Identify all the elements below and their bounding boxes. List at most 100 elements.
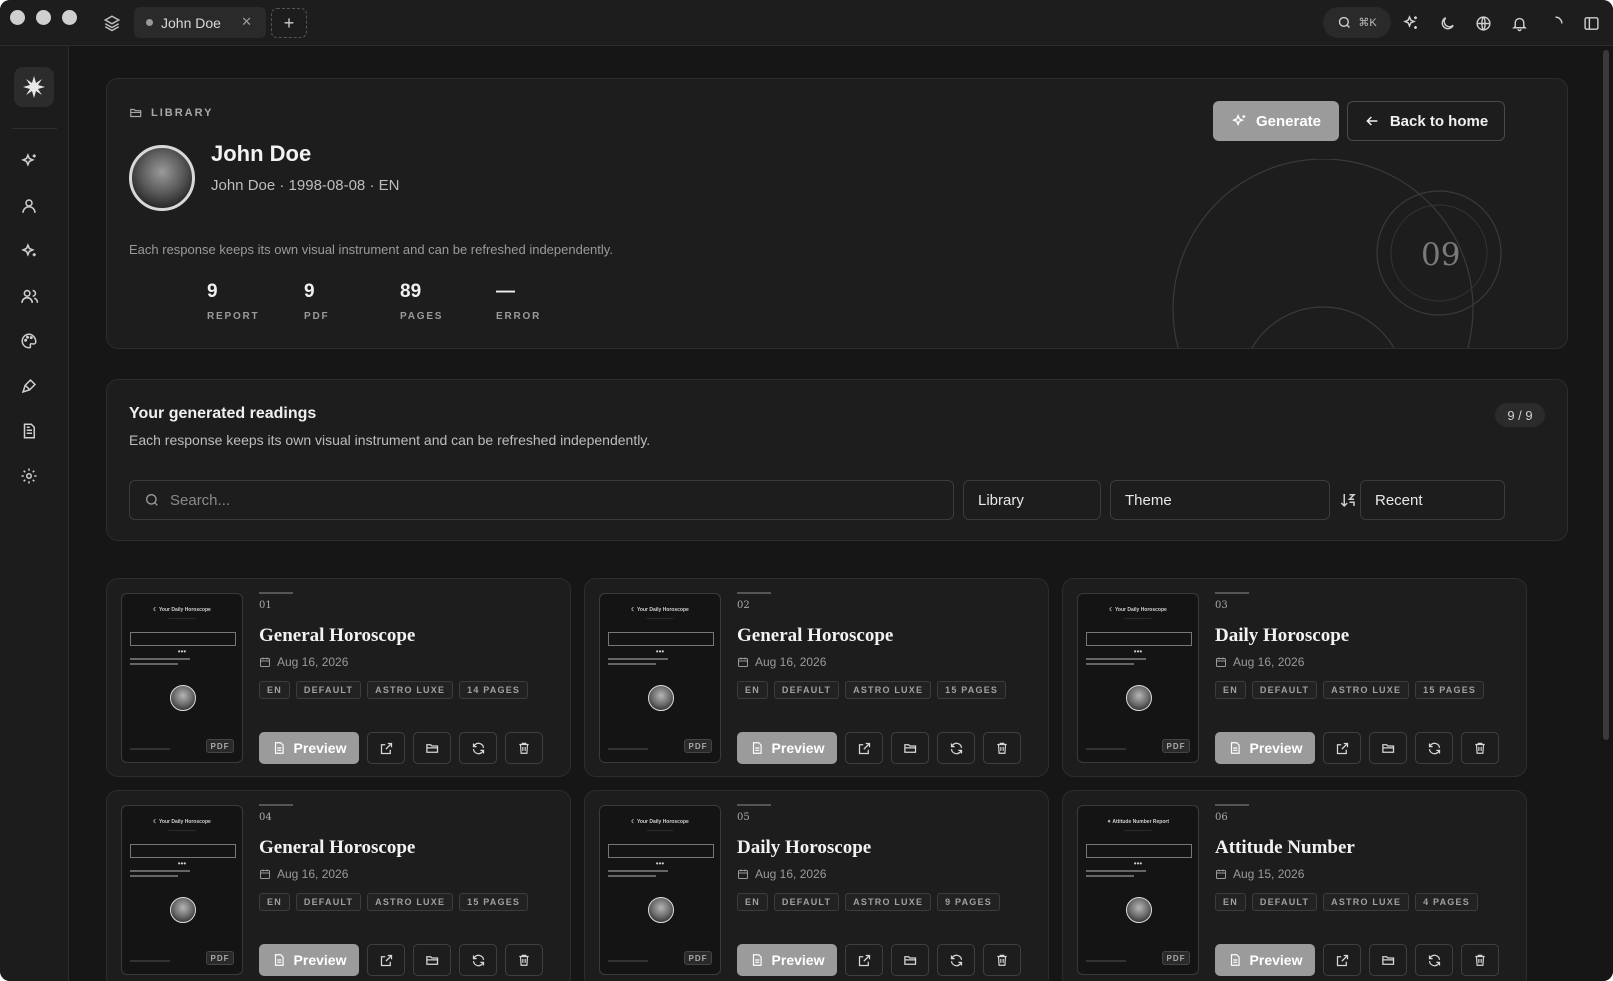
open-folder-button[interactable] — [413, 732, 451, 764]
delete-button[interactable] — [1461, 732, 1499, 764]
external-link-icon — [380, 742, 392, 754]
tab-john-doe[interactable]: John Doe ✕ — [134, 7, 266, 38]
thumbnail-ellipsis: ••• — [177, 859, 187, 868]
delete-button[interactable] — [1461, 944, 1499, 976]
pdf-thumbnail[interactable]: ☾ Your Daily Horoscope ————————— ••• PDF — [1077, 593, 1199, 763]
open-folder-button[interactable] — [891, 944, 929, 976]
preview-button[interactable]: Preview — [259, 944, 359, 976]
back-to-home-button[interactable]: Back to home — [1347, 101, 1505, 141]
open-external-button[interactable] — [845, 944, 883, 976]
decorative-orbit-circles — [1172, 159, 1502, 348]
sidebar-item-generate[interactable] — [18, 150, 40, 172]
thumbnail-avatar — [648, 685, 674, 711]
refresh-button[interactable] — [1415, 944, 1453, 976]
tag-badge: 14 PAGES — [459, 681, 529, 699]
card-title[interactable]: General Horoscope — [259, 625, 415, 647]
card-title[interactable]: Daily Horoscope — [1215, 625, 1349, 647]
preview-button[interactable]: Preview — [1215, 944, 1315, 976]
reading-card: ☾ Your Daily Horoscope ————————— ••• PDF… — [584, 578, 1049, 777]
refresh-button[interactable] — [459, 944, 497, 976]
delete-button[interactable] — [983, 944, 1021, 976]
thumbnail-text-line — [608, 658, 668, 660]
card-title[interactable]: Attitude Number — [1215, 837, 1355, 859]
open-folder-button[interactable] — [891, 732, 929, 764]
new-tab-button[interactable]: + — [271, 8, 307, 38]
delete-button[interactable] — [505, 944, 543, 976]
pdf-thumbnail[interactable]: ☾ Your Daily Horoscope ————————— ••• PDF — [599, 593, 721, 763]
card-title[interactable]: General Horoscope — [259, 837, 415, 859]
refresh-button[interactable] — [937, 944, 975, 976]
document-icon — [752, 954, 762, 966]
theme-filter-select[interactable]: Theme — [1110, 480, 1330, 520]
pdf-thumbnail[interactable]: ☾ Your Daily Horoscope ————————— ••• PDF — [599, 805, 721, 975]
command-search-button[interactable]: ⌘K — [1323, 7, 1391, 38]
main-content: LIBRARY John Doe John Doe · 1998-08-08 ·… — [69, 46, 1613, 981]
app-logo[interactable] — [14, 67, 54, 107]
sidebar-toggle-icon[interactable] — [1580, 12, 1602, 34]
open-external-button[interactable] — [367, 944, 405, 976]
generate-button[interactable]: Generate — [1213, 101, 1339, 141]
delete-button[interactable] — [983, 732, 1021, 764]
sidebar-item-documents[interactable] — [18, 420, 40, 442]
thumbnail-avatar — [170, 897, 196, 923]
sidebar-item-people[interactable] — [18, 285, 40, 307]
document-icon — [274, 954, 284, 966]
tab-close-icon[interactable]: ✕ — [241, 14, 252, 30]
card-tags: EN DEFAULT ASTRO LUXE 15 PAGES — [737, 681, 1007, 699]
search-input[interactable] — [170, 491, 870, 509]
open-external-button[interactable] — [1323, 732, 1361, 764]
open-external-button[interactable] — [845, 732, 883, 764]
window-minimize-button[interactable] — [36, 10, 51, 25]
layers-icon[interactable] — [101, 12, 123, 34]
stat-report: 9 REPORT — [207, 281, 259, 322]
sort-select[interactable]: Recent — [1360, 480, 1505, 520]
refresh-button[interactable] — [1415, 732, 1453, 764]
open-external-button[interactable] — [1323, 944, 1361, 976]
library-filter-select[interactable]: Library — [963, 480, 1101, 520]
sidebar-item-settings[interactable] — [18, 465, 40, 487]
preview-button[interactable]: Preview — [1215, 732, 1315, 764]
stat-label: PDF — [304, 311, 330, 322]
open-folder-button[interactable] — [413, 944, 451, 976]
open-external-button[interactable] — [367, 732, 405, 764]
readings-title: Your generated readings — [129, 405, 317, 422]
thumbnail-text-line — [1086, 875, 1134, 877]
card-title[interactable]: General Horoscope — [737, 625, 893, 647]
window-zoom-button[interactable] — [62, 10, 77, 25]
sidebar-item-profile[interactable] — [18, 195, 40, 217]
pdf-thumbnail[interactable]: ✦ Attitude Number Report ————————— ••• P… — [1077, 805, 1199, 975]
open-folder-button[interactable] — [1369, 944, 1407, 976]
bell-icon[interactable] — [1508, 12, 1530, 34]
document-icon — [23, 423, 35, 439]
moon-icon[interactable] — [1436, 12, 1458, 34]
thumbnail-avatar — [1126, 897, 1152, 923]
sort-direction-icon[interactable] — [1339, 491, 1357, 514]
vertical-scrollbar[interactable] — [1603, 50, 1609, 740]
preview-button[interactable]: Preview — [737, 944, 837, 976]
delete-button[interactable] — [505, 732, 543, 764]
window-close-button[interactable] — [10, 10, 25, 25]
card-tags: EN DEFAULT ASTRO LUXE 4 PAGES — [1215, 893, 1478, 911]
search-field[interactable] — [129, 480, 954, 520]
preview-button[interactable]: Preview — [259, 732, 359, 764]
card-date: Aug 16, 2026 — [1215, 655, 1304, 669]
refresh-button[interactable] — [459, 732, 497, 764]
open-folder-button[interactable] — [1369, 732, 1407, 764]
sidebar-item-design[interactable] — [18, 375, 40, 397]
sidebar-item-themes[interactable] — [18, 330, 40, 352]
pdf-badge: PDF — [206, 951, 234, 965]
preview-button[interactable]: Preview — [737, 732, 837, 764]
pdf-thumbnail[interactable]: ☾ Your Daily Horoscope ————————— ••• PDF — [121, 593, 243, 763]
arrow-left-icon — [1366, 116, 1378, 126]
stat-value: 89 — [400, 281, 422, 302]
globe-icon[interactable] — [1472, 12, 1494, 34]
refresh-button[interactable] — [937, 732, 975, 764]
sparkles-icon[interactable] — [1400, 12, 1422, 34]
card-title[interactable]: Daily Horoscope — [737, 837, 871, 859]
folder-open-icon — [130, 108, 142, 118]
pdf-thumbnail[interactable]: ☾ Your Daily Horoscope ————————— ••• PDF — [121, 805, 243, 975]
card-tags: EN DEFAULT ASTRO LUXE 15 PAGES — [1215, 681, 1485, 699]
card-rule — [259, 804, 293, 806]
sparkles-icon — [1232, 113, 1246, 126]
sidebar-item-readings[interactable] — [18, 240, 40, 262]
